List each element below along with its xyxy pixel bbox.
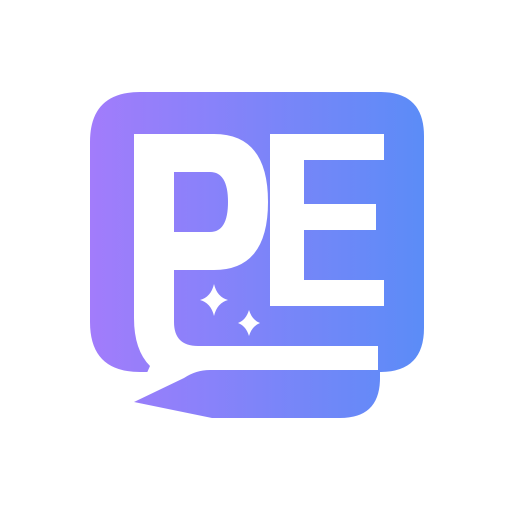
pe-logo: PE — [90, 92, 424, 418]
letter-e-shape — [270, 134, 384, 306]
